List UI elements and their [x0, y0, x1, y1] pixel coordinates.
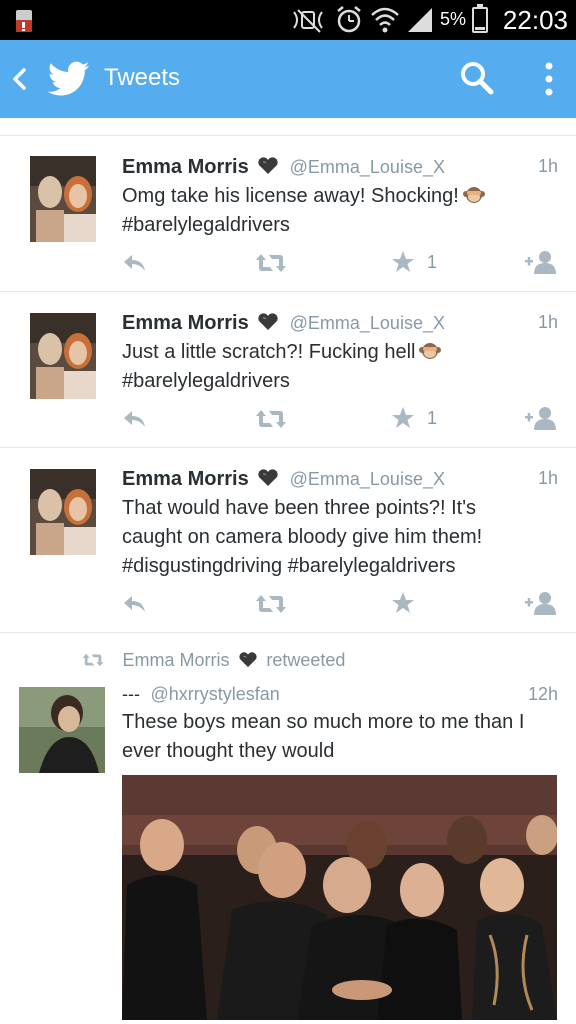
tweet-text: Omg take his license away! Shocking! #ba…: [122, 182, 562, 240]
retweet-icon[interactable]: [255, 406, 287, 432]
star-icon: [391, 250, 415, 274]
tweet-time: 1h: [537, 156, 558, 176]
tweet-header: Emma Morris @Emma_Louise_X 1h: [122, 312, 558, 340]
reply-icon[interactable]: [122, 406, 148, 432]
author-handle: @hxrrystylesfan: [150, 684, 280, 704]
author-handle: @Emma_Louise_X: [289, 313, 445, 333]
search-icon[interactable]: [458, 59, 496, 97]
tweet-header: Emma Morris @Emma_Louise_X 1h: [122, 156, 558, 184]
tweet-hashtags[interactable]: #disgustingdriving #barelylegaldrivers: [122, 552, 562, 581]
tweet-hashtags[interactable]: #barelylegaldrivers: [122, 211, 562, 240]
author-name[interactable]: Emma Morris: [122, 156, 249, 178]
mute-icon: [290, 6, 326, 39]
reply-icon[interactable]: [122, 591, 148, 617]
retweet-icon: [82, 652, 104, 668]
tweet-time: 1h: [537, 312, 558, 332]
follow-icon[interactable]: [523, 405, 557, 431]
author-name[interactable]: Emma Morris: [122, 312, 249, 334]
battery-icon: [472, 4, 488, 33]
tweet-text: That would have been three points?! It's…: [122, 494, 562, 581]
tweet-1[interactable]: Emma Morris @Emma_Louise_X 1h Omg take h…: [0, 137, 576, 292]
author-handle: @Emma_Louise_X: [289, 469, 445, 489]
tweet-hashtags[interactable]: #barelylegaldrivers: [122, 367, 562, 396]
clock: 22:03: [502, 5, 568, 35]
signal-icon: [406, 6, 434, 39]
back-icon[interactable]: [10, 64, 30, 94]
favorite-count: 1: [427, 251, 438, 272]
reply-icon[interactable]: [122, 250, 148, 276]
tweet-text-line: Just a little scratch?! Fucking hell: [122, 341, 416, 363]
status-bar: 5% 22:03: [0, 0, 576, 40]
tweet-text-line: Omg take his license away! Shocking!: [122, 185, 459, 207]
black-heart-emoji: [238, 652, 258, 668]
tweet-2[interactable]: Emma Morris @Emma_Louise_X 1h Just a lit…: [0, 292, 576, 448]
avatar[interactable]: [30, 156, 96, 242]
avatar[interactable]: [19, 687, 105, 773]
favorite-count: 1: [427, 407, 438, 428]
favorite-button[interactable]: [391, 590, 415, 616]
see-no-evil-monkey-emoji: [463, 185, 485, 205]
star-icon: [391, 406, 415, 430]
timeline-top-gap: [0, 118, 576, 136]
black-heart-emoji: [257, 469, 279, 487]
see-no-evil-monkey-emoji: [419, 341, 441, 361]
tweet-photo[interactable]: [122, 775, 557, 1020]
alarm-icon: [334, 5, 364, 40]
tweet-text: Just a little scratch?! Fucking hell #ba…: [122, 338, 562, 396]
black-heart-emoji: [257, 313, 279, 331]
star-icon: [391, 591, 415, 615]
tweet-text: These boys mean so much more to me than …: [122, 708, 562, 766]
sim-alert-icon: [14, 6, 36, 34]
tweet-3[interactable]: Emma Morris @Emma_Louise_X 1h That would…: [0, 448, 576, 633]
overflow-menu-icon[interactable]: [540, 60, 558, 98]
retweet-icon[interactable]: [255, 591, 287, 617]
battery-percent: 5%: [439, 9, 466, 29]
retweeter-name[interactable]: Emma Morris: [122, 650, 229, 670]
tweet-text-line: ever thought they would: [122, 740, 335, 762]
follow-icon[interactable]: [523, 249, 557, 275]
retweet-context: Emma Morris retweeted: [82, 650, 345, 672]
tweet-text-line: caught on camera bloody give him them!: [122, 526, 483, 548]
tweet-header: Emma Morris @Emma_Louise_X 1h: [122, 468, 558, 496]
follow-icon[interactable]: [523, 590, 557, 616]
retweet-icon[interactable]: [255, 250, 287, 276]
tweet-time: 1h: [537, 468, 558, 488]
page-title: Tweets: [104, 64, 181, 91]
black-heart-emoji: [257, 157, 279, 175]
author-name[interactable]: Emma Morris: [122, 468, 249, 490]
tweet-text-line: That would have been three points?! It's: [122, 497, 477, 519]
favorite-button[interactable]: 1: [391, 405, 437, 431]
twitter-bird-icon[interactable]: [47, 60, 90, 98]
author-handle: @Emma_Louise_X: [289, 157, 445, 177]
tweet-time: 12h: [527, 684, 558, 704]
app-bar: Tweets: [0, 40, 576, 118]
retweeted-label: retweeted: [266, 650, 346, 670]
avatar[interactable]: [30, 469, 96, 555]
favorite-button[interactable]: 1: [391, 249, 437, 275]
avatar[interactable]: [30, 313, 96, 399]
wifi-icon: [370, 5, 400, 40]
tweet-text-line: These boys mean so much more to me than …: [122, 711, 525, 733]
author-name[interactable]: ---: [122, 684, 140, 704]
